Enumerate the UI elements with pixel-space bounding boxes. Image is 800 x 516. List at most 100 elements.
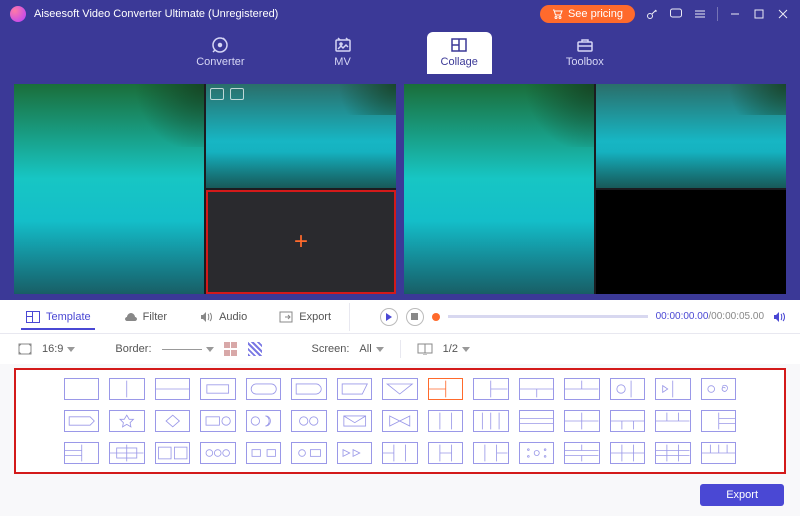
tab-export[interactable]: Export xyxy=(265,305,345,329)
collage-icon xyxy=(449,36,469,54)
key-icon[interactable] xyxy=(645,7,659,21)
template-item[interactable] xyxy=(519,378,554,400)
template-item[interactable] xyxy=(109,410,144,432)
template-item[interactable] xyxy=(428,410,463,432)
template-item[interactable] xyxy=(610,442,645,464)
template-item[interactable] xyxy=(64,442,99,464)
see-pricing-button[interactable]: See pricing xyxy=(540,5,635,23)
template-item[interactable] xyxy=(519,442,554,464)
template-item[interactable] xyxy=(701,442,736,464)
template-item[interactable] xyxy=(246,410,281,432)
template-item[interactable] xyxy=(337,378,372,400)
tab-template[interactable]: Template xyxy=(12,305,105,329)
border-color-button[interactable] xyxy=(224,342,238,356)
nav-toolbox[interactable]: Toolbox xyxy=(552,32,618,74)
template-item[interactable] xyxy=(200,410,235,432)
preview-cell xyxy=(404,84,594,294)
export-button[interactable]: Export xyxy=(700,484,784,506)
border-pattern-button[interactable] xyxy=(248,342,262,356)
toolbox-icon xyxy=(575,36,595,54)
cart-icon xyxy=(552,9,564,19)
plus-icon: + xyxy=(294,228,308,256)
template-item[interactable] xyxy=(337,442,372,464)
border-style-dropdown[interactable] xyxy=(162,347,214,352)
template-item[interactable] xyxy=(337,410,372,432)
chat-icon[interactable] xyxy=(669,7,683,21)
template-item[interactable] xyxy=(246,378,281,400)
template-item[interactable] xyxy=(200,378,235,400)
minimize-button[interactable] xyxy=(728,7,742,21)
template-item[interactable] xyxy=(246,442,281,464)
timeline-scrubber[interactable] xyxy=(448,315,648,318)
template-item[interactable] xyxy=(291,410,326,432)
main-nav: Converter MV Collage Toolbox xyxy=(0,28,800,78)
template-item[interactable] xyxy=(64,410,99,432)
template-item[interactable] xyxy=(291,442,326,464)
split-dropdown[interactable]: 1/2 xyxy=(443,343,470,355)
template-item[interactable] xyxy=(64,378,99,400)
template-item[interactable] xyxy=(564,378,599,400)
tab-filter[interactable]: Filter xyxy=(109,305,181,329)
export-icon xyxy=(279,311,293,323)
template-item[interactable] xyxy=(200,442,235,464)
template-item[interactable] xyxy=(701,410,736,432)
playback-controls: 00:00:00.00/00:00:05.00 xyxy=(354,308,800,326)
play-icon xyxy=(385,313,393,321)
ratio-icon xyxy=(18,343,32,355)
border-label: Border: xyxy=(115,343,151,355)
template-item[interactable] xyxy=(610,378,645,400)
template-item[interactable] xyxy=(155,378,190,400)
templates-grid-highlight xyxy=(14,368,786,474)
cell-tool-icon[interactable] xyxy=(210,88,224,100)
template-item[interactable] xyxy=(382,378,417,400)
close-button[interactable] xyxy=(776,7,790,21)
template-icon xyxy=(26,311,40,323)
footer: Export xyxy=(0,478,800,516)
menu-icon[interactable] xyxy=(693,7,707,21)
template-item[interactable] xyxy=(655,378,690,400)
template-item[interactable] xyxy=(155,442,190,464)
template-item[interactable] xyxy=(519,410,554,432)
stop-icon xyxy=(411,313,418,320)
cell-tool-icon[interactable] xyxy=(230,88,244,100)
ratio-dropdown[interactable]: 16:9 xyxy=(42,343,75,355)
app-logo-icon xyxy=(10,6,26,22)
nav-mv[interactable]: MV xyxy=(319,32,367,74)
play-button[interactable] xyxy=(380,308,398,326)
template-item[interactable] xyxy=(655,442,690,464)
audio-icon xyxy=(199,311,213,323)
screen-dropdown[interactable]: All xyxy=(359,343,383,355)
collage-cell-2[interactable] xyxy=(14,84,204,294)
tab-audio[interactable]: Audio xyxy=(185,305,261,329)
stop-button[interactable] xyxy=(406,308,424,326)
template-item[interactable] xyxy=(473,442,508,464)
volume-icon[interactable] xyxy=(772,310,788,324)
template-item[interactable] xyxy=(564,410,599,432)
nav-converter[interactable]: Converter xyxy=(182,32,258,74)
collage-cell-add[interactable]: + xyxy=(206,190,396,294)
template-item[interactable] xyxy=(701,378,736,400)
playhead-marker-icon[interactable] xyxy=(432,313,440,321)
template-item[interactable] xyxy=(382,410,417,432)
template-item[interactable] xyxy=(382,442,417,464)
template-item[interactable] xyxy=(610,410,645,432)
template-item[interactable] xyxy=(291,378,326,400)
template-item[interactable] xyxy=(109,442,144,464)
app-title: Aiseesoft Video Converter Ultimate (Unre… xyxy=(34,8,278,20)
collage-cell-1[interactable] xyxy=(206,84,396,188)
template-item[interactable] xyxy=(155,410,190,432)
template-item[interactable] xyxy=(428,442,463,464)
template-item[interactable] xyxy=(473,410,508,432)
mv-icon xyxy=(333,36,353,54)
template-item-selected[interactable] xyxy=(428,378,463,400)
templates-grid xyxy=(64,378,736,464)
nav-collage[interactable]: Collage xyxy=(427,32,492,74)
collage-editor-panel[interactable]: + xyxy=(14,84,396,294)
template-item[interactable] xyxy=(564,442,599,464)
template-item[interactable] xyxy=(655,410,690,432)
template-controls: 16:9 Border: Screen: All 1/2 xyxy=(0,334,800,364)
template-item[interactable] xyxy=(109,378,144,400)
template-item[interactable] xyxy=(473,378,508,400)
maximize-button[interactable] xyxy=(752,7,766,21)
split-screen-icon xyxy=(417,343,433,355)
